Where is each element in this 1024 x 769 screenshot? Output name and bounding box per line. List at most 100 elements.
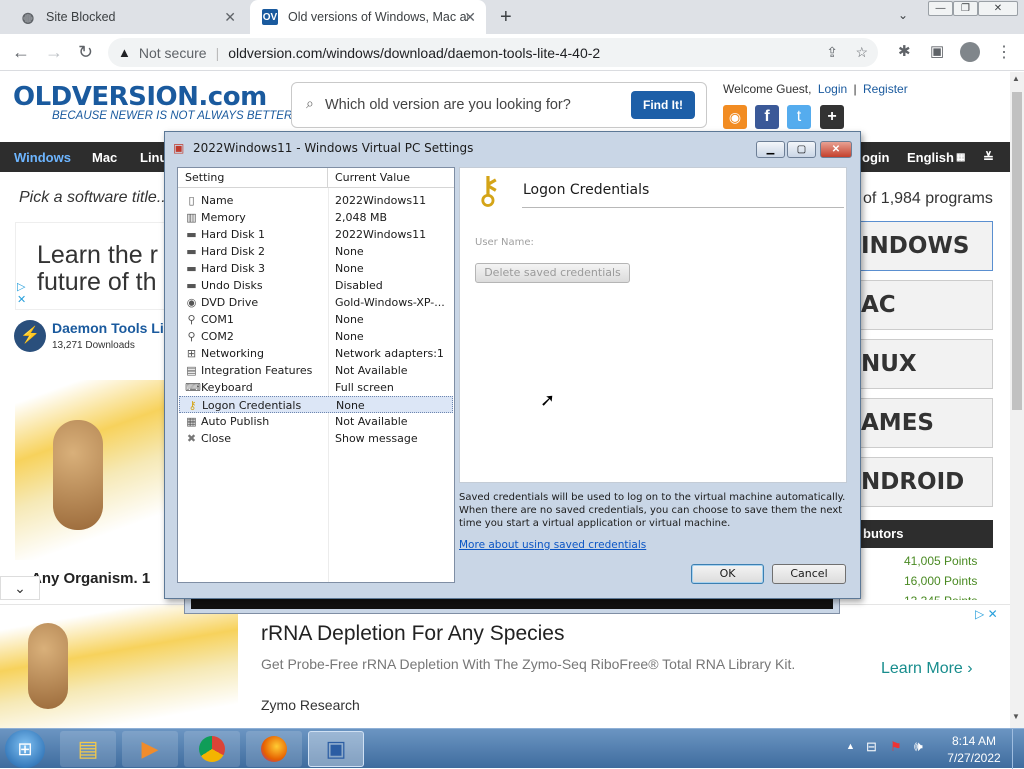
ad-learn-more-button[interactable]: Learn More ›: [881, 660, 973, 678]
back-icon[interactable]: ←: [12, 42, 30, 63]
action-center-icon[interactable]: ⚑: [890, 739, 902, 755]
bookmark-star-icon[interactable]: ☆: [855, 44, 868, 61]
setting-value: None: [335, 330, 364, 343]
taskbar-firefox[interactable]: [246, 731, 302, 767]
taskbar-media-player[interactable]: ▶: [122, 731, 178, 767]
bottom-ad[interactable]: rRNA Depletion For Any Species Get Probe…: [0, 604, 1010, 728]
nav-windows[interactable]: Windows: [14, 150, 71, 165]
ad-headline[interactable]: rRNA Depletion For Any Species: [261, 622, 564, 646]
nav-menu-chevron-icon[interactable]: ≚: [983, 150, 994, 166]
setting-value: 2022Windows11: [335, 228, 427, 241]
setting-row-name[interactable]: ▯ Name 2022Windows11: [179, 192, 453, 209]
nav-mac[interactable]: Mac: [92, 150, 117, 165]
left-ad[interactable]: Learn the r future of th ▷ ✕: [15, 222, 165, 310]
setting-row-auto-publish[interactable]: ▦ Auto Publish Not Available: [179, 413, 453, 430]
profile-avatar-icon[interactable]: [960, 42, 980, 62]
category-mac[interactable]: AC: [860, 280, 993, 330]
network-tray-icon[interactable]: ⊟: [866, 739, 877, 755]
setting-row-close[interactable]: ✖ Close Show message: [179, 430, 453, 447]
browser-toolbar: ← → ↻ ▲ Not secure | oldversion.com/wind…: [0, 34, 1024, 71]
setting-row-memory[interactable]: ▥ Memory 2,048 MB: [179, 209, 453, 226]
setting-row-networking[interactable]: ⊞ Networking Network adapters:1: [179, 345, 453, 362]
more-about-link[interactable]: More about using saved credentials: [459, 539, 646, 551]
twitter-icon[interactable]: t: [787, 105, 811, 129]
setting-row-hard-disk-2[interactable]: ▬ Hard Disk 2 None: [179, 243, 453, 260]
setting-row-hard-disk-1[interactable]: ▬ Hard Disk 1 2022Windows11: [179, 226, 453, 243]
reload-icon[interactable]: ↻: [78, 42, 93, 63]
setting-value: 2,048 MB: [335, 211, 388, 224]
category-android[interactable]: NDROID: [860, 457, 993, 507]
register-link[interactable]: Register: [863, 82, 908, 96]
facebook-icon[interactable]: f: [755, 105, 779, 129]
settings-list: Setting Current Value ▯ Name 2022Windows11…: [177, 167, 455, 583]
volume-icon[interactable]: 🕪: [914, 738, 923, 755]
dialog-minimize-button[interactable]: ▁: [756, 141, 785, 158]
setting-row-hard-disk-3[interactable]: ▬ Hard Disk 3 None: [179, 260, 453, 277]
nav-language[interactable]: English: [907, 150, 954, 165]
address-bar[interactable]: ▲ Not secure | oldversion.com/windows/do…: [108, 38, 878, 67]
setting-row-undo-disks[interactable]: ▬ Undo Disks Disabled: [179, 277, 453, 294]
plus-share-icon[interactable]: +: [820, 105, 844, 129]
taskbar-chrome[interactable]: [184, 731, 240, 767]
close-window-button[interactable]: ✕: [978, 1, 1018, 16]
nav-login[interactable]: ogin: [862, 150, 889, 165]
search-input[interactable]: Which old version are you looking for?: [325, 97, 571, 113]
setting-row-com1[interactable]: ⚲ COM1 None: [179, 311, 453, 328]
scroll-thumb[interactable]: [1012, 92, 1022, 410]
category-linux[interactable]: NUX: [860, 339, 993, 389]
learn-more-label: Learn More: [881, 660, 963, 677]
rss-icon[interactable]: ◉: [723, 105, 747, 129]
extensions-icon[interactable]: ✱: [898, 42, 911, 60]
restore-button[interactable]: ❐: [953, 1, 978, 16]
category-games[interactable]: AMES: [860, 398, 993, 448]
share-icon[interactable]: ⇪: [826, 44, 838, 61]
forward-icon[interactable]: →: [45, 42, 63, 63]
category-windows[interactable]: INDOWS: [860, 221, 993, 271]
tab-oldversion[interactable]: OV Old versions of Windows, Mac ar ✕: [250, 0, 486, 34]
minimize-button[interactable]: —: [928, 1, 953, 16]
virtual-pc-icon: ▣: [173, 141, 185, 155]
cat-ad-image[interactable]: [15, 380, 165, 560]
tab-site-blocked[interactable]: ◍ Site Blocked ✕: [8, 0, 246, 34]
header-setting[interactable]: Setting: [178, 168, 328, 188]
login-link[interactable]: Login: [818, 82, 847, 96]
setting-row-keyboard[interactable]: ⌨ Keyboard Full screen: [179, 379, 453, 396]
globe-icon: ◍: [21, 8, 35, 25]
ad-choices-icon[interactable]: ▷ ✕: [17, 280, 26, 306]
taskbar-explorer[interactable]: ▤: [60, 731, 116, 767]
cancel-button[interactable]: Cancel: [772, 564, 846, 584]
page-scrollbar[interactable]: ▲ ▼: [1010, 72, 1024, 728]
taskbar-virtual-pc[interactable]: ▣: [308, 731, 364, 767]
key-icon: ⚷: [188, 399, 197, 412]
ad-choices-close-icon[interactable]: ▷ ✕: [975, 607, 998, 621]
site-logo[interactable]: OLDVERSION.com: [13, 82, 267, 112]
app-name[interactable]: Daemon Tools Li: [52, 320, 164, 336]
clock[interactable]: 8:14 AM 7/27/2022: [944, 734, 1004, 765]
dialog-close-button[interactable]: ✕: [820, 141, 852, 158]
tray-arrow-icon[interactable]: ▲: [846, 741, 855, 751]
find-it-button[interactable]: Find It!: [631, 91, 695, 119]
new-tab-button[interactable]: +: [500, 6, 512, 29]
document-icon: ▯: [188, 194, 195, 207]
virtual-pc-settings-dialog: ▣ 2022Windows11 - Windows Virtual PC Set…: [164, 131, 861, 599]
side-panel-icon[interactable]: ▣: [930, 42, 944, 60]
ok-button[interactable]: OK: [691, 564, 764, 584]
setting-value: None: [335, 262, 364, 275]
header-current-value[interactable]: Current Value: [328, 168, 454, 188]
tab-close-icon[interactable]: ✕: [224, 9, 236, 26]
tab-close-icon[interactable]: ✕: [464, 9, 476, 26]
dialog-maximize-button[interactable]: ▢: [787, 141, 816, 158]
scroll-down-icon[interactable]: ▼: [1012, 712, 1020, 721]
delete-credentials-button[interactable]: Delete saved credentials: [475, 263, 630, 283]
setting-row-integration-features[interactable]: ▤ Integration Features Not Available: [179, 362, 453, 379]
collapse-chevron-icon[interactable]: ⌄: [0, 576, 40, 600]
setting-row-logon-credentials[interactable]: ⚷ Logon Credentials None: [179, 396, 453, 413]
setting-row-com2[interactable]: ⚲ COM2 None: [179, 328, 453, 345]
tab-search-icon[interactable]: ⌄: [898, 8, 908, 22]
setting-row-dvd-drive[interactable]: ◉ DVD Drive Gold-Windows-XP-...: [179, 294, 453, 311]
scroll-up-icon[interactable]: ▲: [1012, 74, 1020, 83]
menu-kebab-icon[interactable]: ⋮: [996, 42, 1012, 62]
show-desktop-button[interactable]: [1012, 729, 1024, 769]
start-button[interactable]: ⊞: [5, 730, 45, 768]
setting-name: Hard Disk 3: [201, 262, 265, 275]
